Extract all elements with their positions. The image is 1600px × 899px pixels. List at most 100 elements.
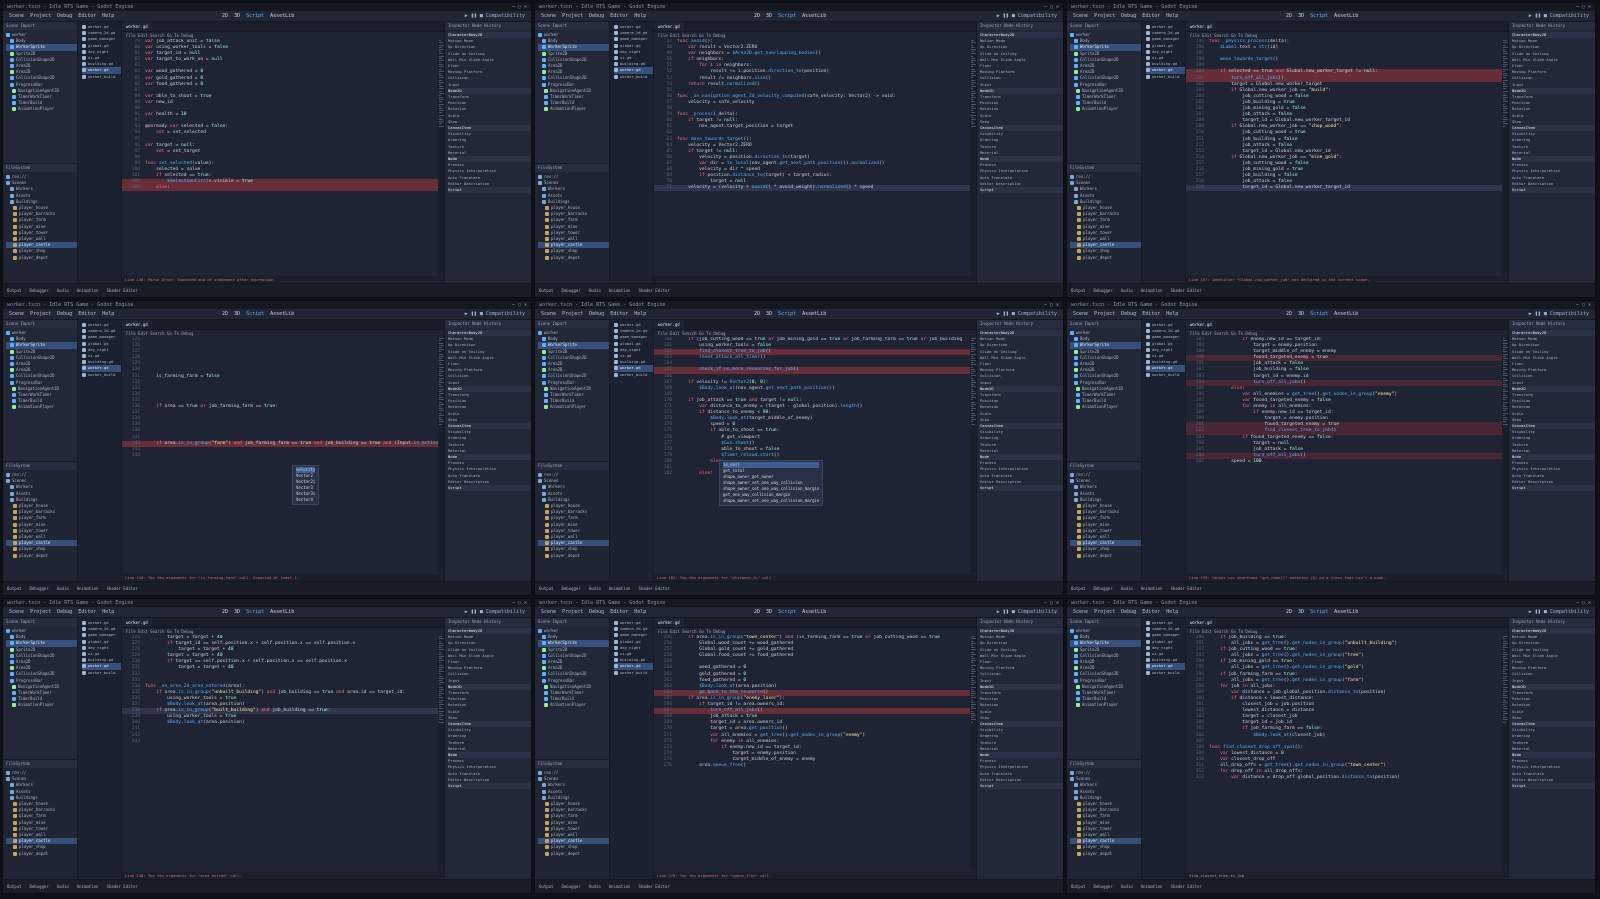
code-area[interactable]: 290 if job_building == true: 291 all_jobs… — [1186, 635, 1502, 871]
bottom-tab[interactable]: Shader Editor — [1170, 288, 1201, 293]
menu-item[interactable]: Project — [30, 13, 51, 19]
code-area[interactable]: 187 if enemy.new_id == target_id: 188 tar… — [1186, 337, 1502, 573]
workspace-tab[interactable]: 2D — [751, 609, 763, 615]
editor-tab[interactable]: worker.gd — [654, 22, 684, 31]
run-controls[interactable]: ▶ ❚❚ ■ Compatibility — [465, 11, 525, 21]
workspace-tab[interactable]: AssetLib — [1331, 609, 1361, 615]
menu-item[interactable]: Editor — [610, 13, 628, 19]
workspace-tab[interactable]: 3D — [231, 13, 243, 19]
inspector-property[interactable]: Script — [448, 187, 531, 194]
workspace-tab[interactable]: Script — [775, 609, 799, 615]
menu-item[interactable]: Editor — [78, 609, 96, 615]
menu-item[interactable]: Scene — [1073, 311, 1088, 317]
bottom-tab[interactable]: Shader Editor — [1170, 586, 1201, 591]
bottom-tab[interactable]: Debugger — [1093, 288, 1112, 293]
menu-item[interactable]: Debug — [589, 609, 604, 615]
bottom-tab[interactable]: Debugger — [561, 884, 580, 889]
workspace-tab[interactable]: 2D — [219, 311, 231, 317]
code-area[interactable]: 226 target = target + 40 227 if target_id… — [122, 635, 438, 871]
run-controls[interactable]: ▶ ❚❚ ■ Compatibility — [465, 309, 525, 319]
code-area[interactable]: 195 func _physics_process(delta): 196 $Lab… — [1186, 39, 1502, 275]
script-list-item[interactable]: worker_build — [614, 372, 653, 378]
scene-tree-node[interactable]: AnimationPlayer — [1070, 702, 1141, 708]
editor-tab[interactable]: worker.gd — [1186, 618, 1216, 627]
menu-item[interactable]: Project — [30, 311, 51, 317]
bottom-tab[interactable]: Debugger — [29, 884, 48, 889]
bottom-tab[interactable]: Animation — [77, 586, 99, 591]
file-tree-item[interactable]: player_depot — [6, 255, 77, 261]
script-list-item[interactable]: worker_build — [82, 372, 121, 378]
scene-tree-node[interactable]: AnimationPlayer — [538, 106, 609, 112]
bottom-tab[interactable]: Shader Editor — [1170, 884, 1201, 889]
bottom-tab[interactable]: Audio — [1121, 586, 1133, 591]
menu-item[interactable]: Scene — [541, 13, 556, 19]
bottom-tab[interactable]: Audio — [1121, 288, 1133, 293]
file-tree-item[interactable]: player_depot — [6, 553, 77, 559]
bottom-tab[interactable]: Debugger — [1093, 586, 1112, 591]
editor-tab[interactable]: worker.gd — [654, 320, 684, 329]
bottom-tab[interactable]: Output — [1071, 884, 1085, 889]
script-list-item[interactable]: game_manager — [614, 36, 653, 42]
file-tree-item[interactable]: player_depot — [538, 851, 609, 857]
window-controls[interactable]: — ▢ ✕ — [1576, 301, 1591, 309]
file-tree-item[interactable]: player_depot — [1070, 553, 1141, 559]
script-list-item[interactable]: game_manager — [1146, 334, 1185, 340]
run-controls[interactable]: ▶ ❚❚ ■ Compatibility — [997, 607, 1057, 617]
workspace-tab[interactable]: AssetLib — [799, 311, 829, 317]
menu-item[interactable]: Help — [634, 311, 646, 317]
workspace-tab[interactable]: Script — [1307, 311, 1331, 317]
bottom-tab[interactable]: Audio — [1121, 884, 1133, 889]
bottom-tab[interactable]: Shader Editor — [638, 884, 669, 889]
script-list-item[interactable]: worker_build — [1146, 372, 1185, 378]
menu-item[interactable]: Scene — [9, 609, 24, 615]
menu-item[interactable]: Project — [1094, 311, 1115, 317]
bottom-tab[interactable]: Audio — [57, 884, 69, 889]
window-controls[interactable]: — ▢ ✕ — [1576, 3, 1591, 11]
bottom-tab[interactable]: Output — [7, 586, 21, 591]
bottom-tab[interactable]: Animation — [77, 288, 99, 293]
editor-tab[interactable]: worker.gd — [654, 618, 684, 627]
bottom-tab[interactable]: Audio — [589, 586, 601, 591]
script-list-item[interactable]: worker_build — [82, 670, 121, 676]
menu-item[interactable]: Project — [562, 311, 583, 317]
workspace-tab[interactable]: 2D — [751, 311, 763, 317]
menu-item[interactable]: Help — [634, 609, 646, 615]
scene-tree-node[interactable]: AnimationPlayer — [538, 702, 609, 708]
menu-item[interactable]: Scene — [1073, 13, 1088, 19]
bottom-tab[interactable]: Audio — [589, 884, 601, 889]
script-list-item[interactable]: game_manager — [614, 334, 653, 340]
script-list-item[interactable]: game_manager — [614, 632, 653, 638]
bottom-tab[interactable]: Output — [539, 288, 553, 293]
bottom-tab[interactable]: Debugger — [1093, 884, 1112, 889]
bottom-tab[interactable]: Audio — [57, 586, 69, 591]
workspace-tab[interactable]: AssetLib — [1331, 311, 1361, 317]
script-list-item[interactable]: worker_build — [614, 74, 653, 80]
workspace-tab[interactable]: Script — [243, 609, 267, 615]
bottom-tab[interactable]: Debugger — [29, 586, 48, 591]
bottom-tab[interactable]: Shader Editor — [638, 586, 669, 591]
menu-item[interactable]: Scene — [541, 609, 556, 615]
bottom-tab[interactable]: Audio — [57, 288, 69, 293]
bottom-tab[interactable]: Animation — [1141, 288, 1163, 293]
inspector-property[interactable]: Script — [980, 187, 1063, 194]
inspector-property[interactable]: Script — [448, 485, 531, 492]
workspace-tab[interactable]: AssetLib — [267, 13, 297, 19]
bottom-tab[interactable]: Animation — [77, 884, 99, 889]
window-controls[interactable]: — ▢ ✕ — [1044, 3, 1059, 11]
window-controls[interactable]: — ▢ ✕ — [1044, 301, 1059, 309]
scene-tree-node[interactable]: AnimationPlayer — [6, 106, 77, 112]
menu-item[interactable]: Debug — [57, 13, 72, 19]
script-list-item[interactable]: worker_build — [1146, 670, 1185, 676]
inspector-property[interactable]: Script — [980, 485, 1063, 492]
menu-item[interactable]: Editor — [78, 13, 96, 19]
menu-item[interactable]: Scene — [1073, 609, 1088, 615]
scene-tree-node[interactable]: AnimationPlayer — [1070, 404, 1141, 410]
bottom-tab[interactable]: Animation — [1141, 586, 1163, 591]
bottom-tab[interactable]: Debugger — [29, 288, 48, 293]
menu-item[interactable]: Scene — [9, 13, 24, 19]
bottom-tab[interactable]: Output — [539, 884, 553, 889]
workspace-tab[interactable]: 2D — [219, 13, 231, 19]
script-list-item[interactable]: game_manager — [1146, 632, 1185, 638]
bottom-tab[interactable]: Shader Editor — [106, 884, 137, 889]
run-controls[interactable]: ▶ ❚❚ ■ Compatibility — [997, 11, 1057, 21]
